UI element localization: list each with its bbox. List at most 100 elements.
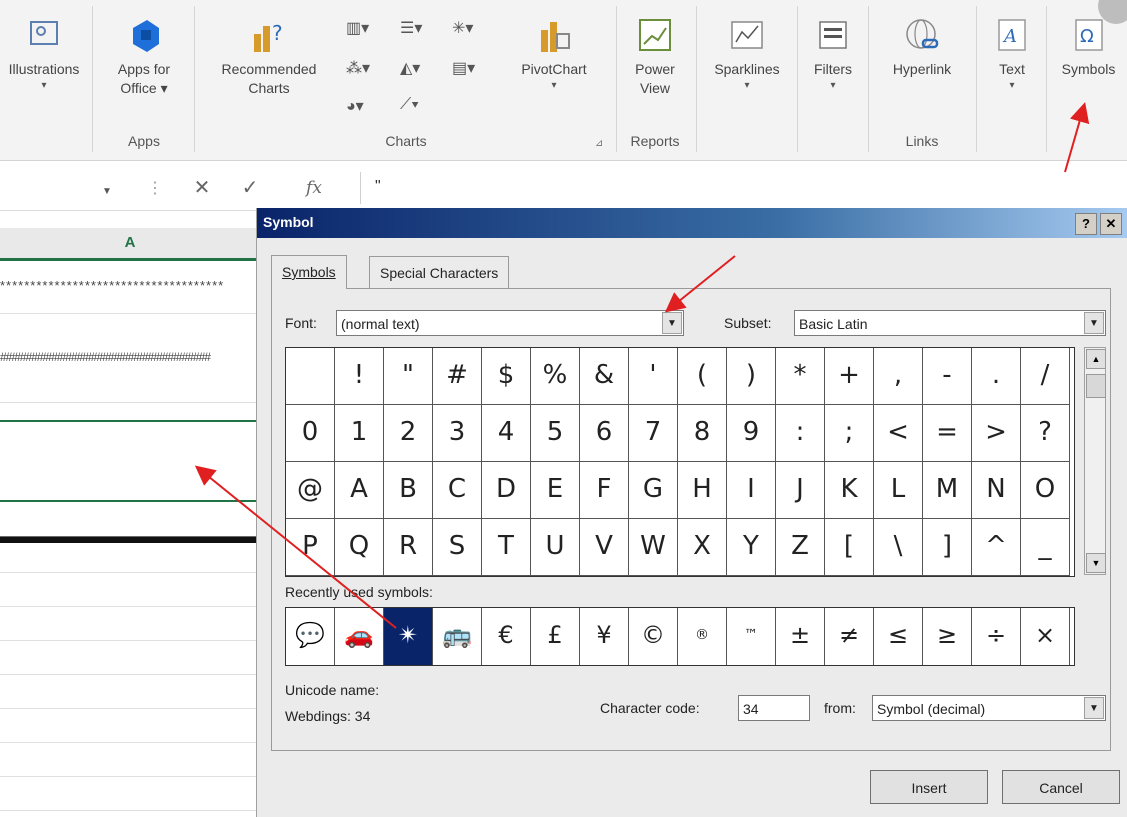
- symbol-cell[interactable]: ": [384, 348, 433, 405]
- symbol-cell[interactable]: O: [1021, 462, 1070, 519]
- pie-chart-icon[interactable]: ◕▾: [346, 96, 364, 116]
- tab-symbols[interactable]: Symbols: [271, 255, 347, 289]
- chevron-down-icon[interactable]: ▼: [662, 312, 682, 334]
- symbol-cell[interactable]: X: [678, 519, 727, 576]
- symbol-cell[interactable]: 7: [629, 405, 678, 462]
- recent-symbol-cell[interactable]: ≥: [923, 608, 972, 665]
- symbol-cell[interactable]: *: [776, 348, 825, 405]
- close-button[interactable]: ✕: [1100, 213, 1122, 235]
- subset-dropdown[interactable]: Basic Latin ▼: [794, 310, 1106, 336]
- recent-symbol-cell[interactable]: €: [482, 608, 531, 665]
- cell-row[interactable]: [0, 607, 260, 641]
- symbol-cell[interactable]: L: [874, 462, 923, 519]
- column-chart-icon[interactable]: ▥▾: [346, 18, 369, 38]
- recent-symbol-cell[interactable]: ™: [727, 608, 776, 665]
- symbol-cell[interactable]: 1: [335, 405, 384, 462]
- symbol-cell[interactable]: M: [923, 462, 972, 519]
- scroll-up-icon[interactable]: ▲: [1086, 349, 1106, 369]
- cell-row[interactable]: [0, 422, 260, 502]
- enter-button[interactable]: ✓: [236, 174, 264, 202]
- recent-symbol-cell[interactable]: ¥: [580, 608, 629, 665]
- symbol-cell[interactable]: [: [825, 519, 874, 576]
- cell-row[interactable]: [0, 675, 260, 709]
- recent-symbol-cell[interactable]: ÷: [972, 608, 1021, 665]
- sparklines-button[interactable]: Sparklines ▾: [700, 2, 794, 132]
- symbol-cell[interactable]: 9: [727, 405, 776, 462]
- dialog-launcher-icon[interactable]: ⊿: [595, 138, 603, 149]
- symbol-cell[interactable]: \: [874, 519, 923, 576]
- symbol-cell[interactable]: ?: [1021, 405, 1070, 462]
- recent-symbol-cell[interactable]: ✴: [384, 608, 433, 665]
- symbol-cell[interactable]: /: [1021, 348, 1070, 405]
- symbol-cell[interactable]: &: [580, 348, 629, 405]
- symbol-cell[interactable]: >: [972, 405, 1021, 462]
- scroll-thumb[interactable]: [1086, 374, 1106, 398]
- power-view-button[interactable]: Power View: [620, 2, 690, 132]
- symbol-cell[interactable]: A: [335, 462, 384, 519]
- chevron-down-icon[interactable]: ▼: [1084, 312, 1104, 334]
- dialog-titlebar[interactable]: Symbol ? ✕: [257, 208, 1127, 238]
- symbol-cell[interactable]: 6: [580, 405, 629, 462]
- symbol-cell[interactable]: :: [776, 405, 825, 462]
- symbol-cell[interactable]: ]: [923, 519, 972, 576]
- scroll-down-icon[interactable]: ▼: [1086, 553, 1106, 573]
- help-button[interactable]: ?: [1075, 213, 1097, 235]
- symbol-cell[interactable]: @: [286, 462, 335, 519]
- character-code-input[interactable]: 34: [738, 695, 810, 721]
- recommended-charts-button[interactable]: ? Recommended Charts: [200, 2, 338, 132]
- symbol-cell[interactable]: K: [825, 462, 874, 519]
- chevron-down-icon[interactable]: ▼: [1084, 697, 1104, 719]
- symbol-cell[interactable]: D: [482, 462, 531, 519]
- formula-input[interactable]: ": [360, 172, 1127, 204]
- symbol-cell[interactable]: 4: [482, 405, 531, 462]
- symbol-cell[interactable]: %: [531, 348, 580, 405]
- recent-symbol-cell[interactable]: ×: [1021, 608, 1070, 665]
- symbol-cell[interactable]: (: [678, 348, 727, 405]
- recent-symbol-cell[interactable]: ±: [776, 608, 825, 665]
- cell-row[interactable]: *************************************: [0, 261, 260, 314]
- symbol-cell[interactable]: V: [580, 519, 629, 576]
- illustrations-button[interactable]: Illustrations ▾: [0, 2, 88, 132]
- insert-button[interactable]: Insert: [870, 770, 988, 804]
- symbol-cell[interactable]: P: [286, 519, 335, 576]
- filters-button[interactable]: Filters ▾: [800, 2, 866, 132]
- hyperlink-button[interactable]: Hyperlink: [872, 2, 972, 132]
- symbol-cell[interactable]: G: [629, 462, 678, 519]
- symbol-cell[interactable]: _: [1021, 519, 1070, 576]
- symbol-cell[interactable]: ^: [972, 519, 1021, 576]
- symbol-cell[interactable]: 0: [286, 405, 335, 462]
- symbol-cell[interactable]: C: [433, 462, 482, 519]
- cell-row[interactable]: #####################################: [0, 314, 260, 403]
- recent-symbol-cell[interactable]: 🚗: [335, 608, 384, 665]
- recent-symbol-cell[interactable]: ©: [629, 608, 678, 665]
- symbol-cell[interactable]: [286, 348, 335, 405]
- symbol-cell[interactable]: ): [727, 348, 776, 405]
- cell-row[interactable]: [0, 777, 260, 811]
- symbol-cell[interactable]: F: [580, 462, 629, 519]
- cell-row[interactable]: [0, 403, 260, 422]
- recent-symbol-cell[interactable]: £: [531, 608, 580, 665]
- symbol-cell[interactable]: 5: [531, 405, 580, 462]
- symbol-cell[interactable]: Y: [727, 519, 776, 576]
- cancel-entry-button[interactable]: ✕: [188, 174, 216, 202]
- symbol-cell[interactable]: =: [923, 405, 972, 462]
- recent-symbol-cell[interactable]: ≤: [874, 608, 923, 665]
- text-button[interactable]: A Text ▾: [980, 2, 1044, 132]
- insert-function-button[interactable]: fx: [300, 174, 328, 202]
- symbol-cell[interactable]: R: [384, 519, 433, 576]
- scatter-chart-icon[interactable]: ⁂▾: [346, 58, 370, 78]
- chevron-down-icon[interactable]: ▼: [102, 186, 112, 197]
- symbol-cell[interactable]: #: [433, 348, 482, 405]
- cancel-button[interactable]: Cancel: [1002, 770, 1120, 804]
- symbol-cell[interactable]: !: [335, 348, 384, 405]
- symbol-cell[interactable]: ': [629, 348, 678, 405]
- symbol-cell[interactable]: -: [923, 348, 972, 405]
- symbol-cell[interactable]: S: [433, 519, 482, 576]
- symbol-cell[interactable]: U: [531, 519, 580, 576]
- symbol-cell[interactable]: ;: [825, 405, 874, 462]
- symbol-cell[interactable]: Z: [776, 519, 825, 576]
- area-chart-icon[interactable]: ◭▾: [400, 58, 420, 78]
- recent-symbol-cell[interactable]: ®: [678, 608, 727, 665]
- symbol-cell[interactable]: E: [531, 462, 580, 519]
- cell-row[interactable]: ▬▬▬▬▬▬▬▬▬▬▬▬▬▬: [0, 502, 260, 573]
